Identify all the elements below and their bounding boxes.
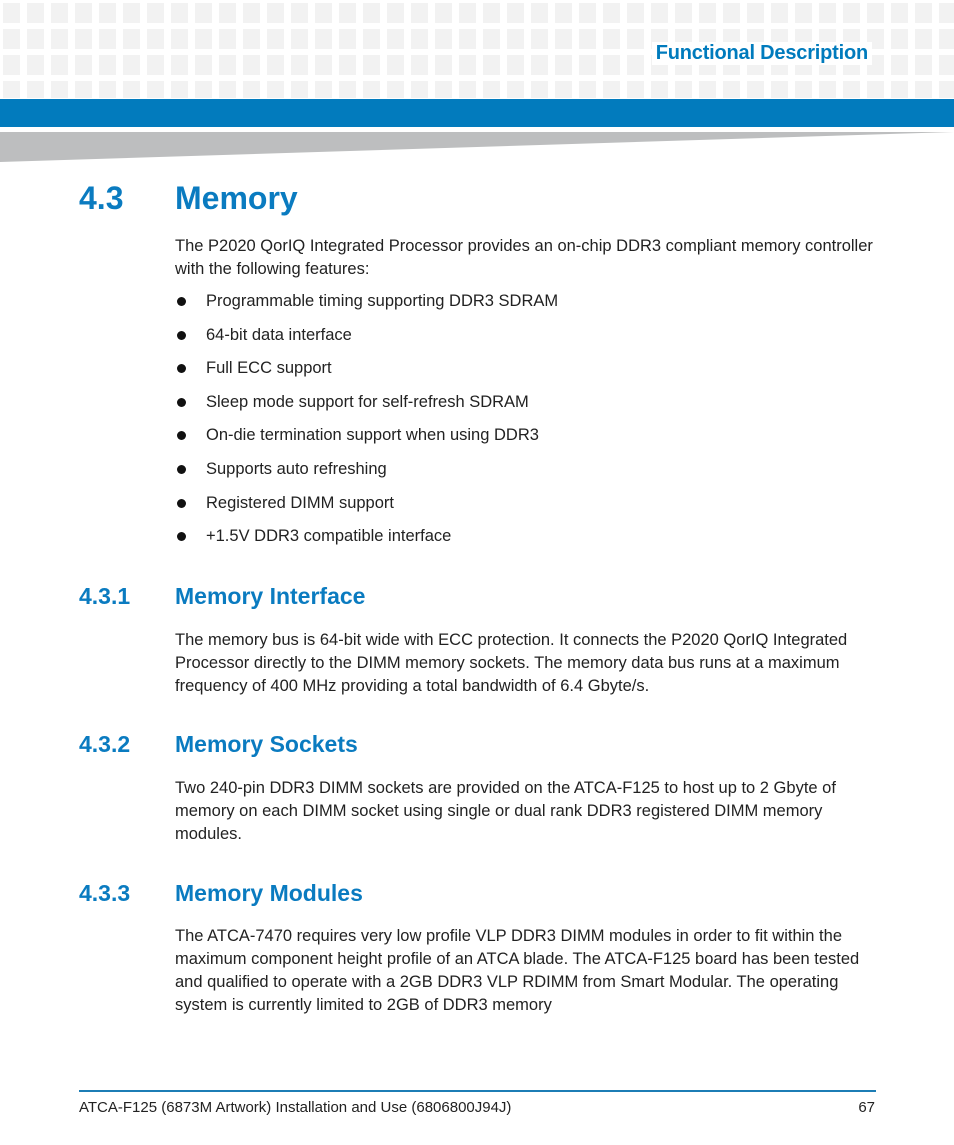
bullet-icon bbox=[177, 464, 186, 474]
list-item: +1.5V DDR3 compatible interface bbox=[175, 525, 558, 559]
subsection-title: Memory Interface bbox=[175, 583, 366, 609]
bullet-icon bbox=[177, 330, 186, 340]
list-item: Programmable timing supporting DDR3 SDRA… bbox=[175, 290, 558, 324]
bullet-icon bbox=[177, 297, 186, 306]
header-gray-wedge bbox=[0, 132, 954, 162]
list-item: Full ECC support bbox=[175, 357, 558, 391]
section-intro: The P2020 QorIQ Integrated Processor pro… bbox=[175, 237, 873, 278]
feature-list: Programmable timing supporting DDR3 SDRA… bbox=[175, 290, 558, 559]
list-item: 64-bit data interface bbox=[175, 324, 558, 358]
subsection-body: The ATCA-7470 requires very low profile … bbox=[175, 927, 860, 1014]
subsection-number: 4.3.3 bbox=[79, 880, 131, 906]
section-title: Memory bbox=[175, 180, 298, 216]
bullet-icon bbox=[177, 397, 186, 407]
subsection-heading-memory-sockets: 4.3.2 Memory Sockets bbox=[79, 731, 358, 758]
subsection-title: Memory Sockets bbox=[175, 731, 358, 757]
section-number: 4.3 bbox=[79, 180, 124, 216]
bullet-icon bbox=[177, 498, 186, 508]
subsection-number: 4.3.1 bbox=[79, 583, 131, 609]
subsection-heading-memory-interface: 4.3.1 Memory Interface bbox=[79, 583, 365, 610]
subsection-heading-memory-modules: 4.3.3 Memory Modules bbox=[79, 880, 363, 907]
page-number: 67 bbox=[858, 1099, 875, 1116]
subsection-body: The memory bus is 64-bit wide with ECC p… bbox=[175, 631, 848, 695]
list-item: Sleep mode support for self-refresh SDRA… bbox=[175, 391, 558, 425]
list-item: Supports auto refreshing bbox=[175, 458, 558, 492]
list-item: Registered DIMM support bbox=[175, 492, 558, 526]
bullet-icon bbox=[177, 364, 186, 374]
running-header-title: Functional Description bbox=[651, 42, 872, 65]
footer-document-title: ATCA-F125 (6873M Artwork) Installation a… bbox=[79, 1099, 512, 1116]
list-item: On-die termination support when using DD… bbox=[175, 424, 558, 458]
bullet-icon bbox=[177, 431, 186, 441]
subsection-number: 4.3.2 bbox=[79, 731, 131, 757]
subsection-title: Memory Modules bbox=[175, 880, 363, 906]
bullet-icon bbox=[177, 532, 186, 542]
subsection-body: Two 240-pin DDR3 DIMM sockets are provid… bbox=[175, 779, 836, 843]
header-blue-band bbox=[0, 99, 954, 127]
section-heading: 4.3 Memory bbox=[79, 180, 298, 217]
footer-divider bbox=[79, 1090, 876, 1092]
